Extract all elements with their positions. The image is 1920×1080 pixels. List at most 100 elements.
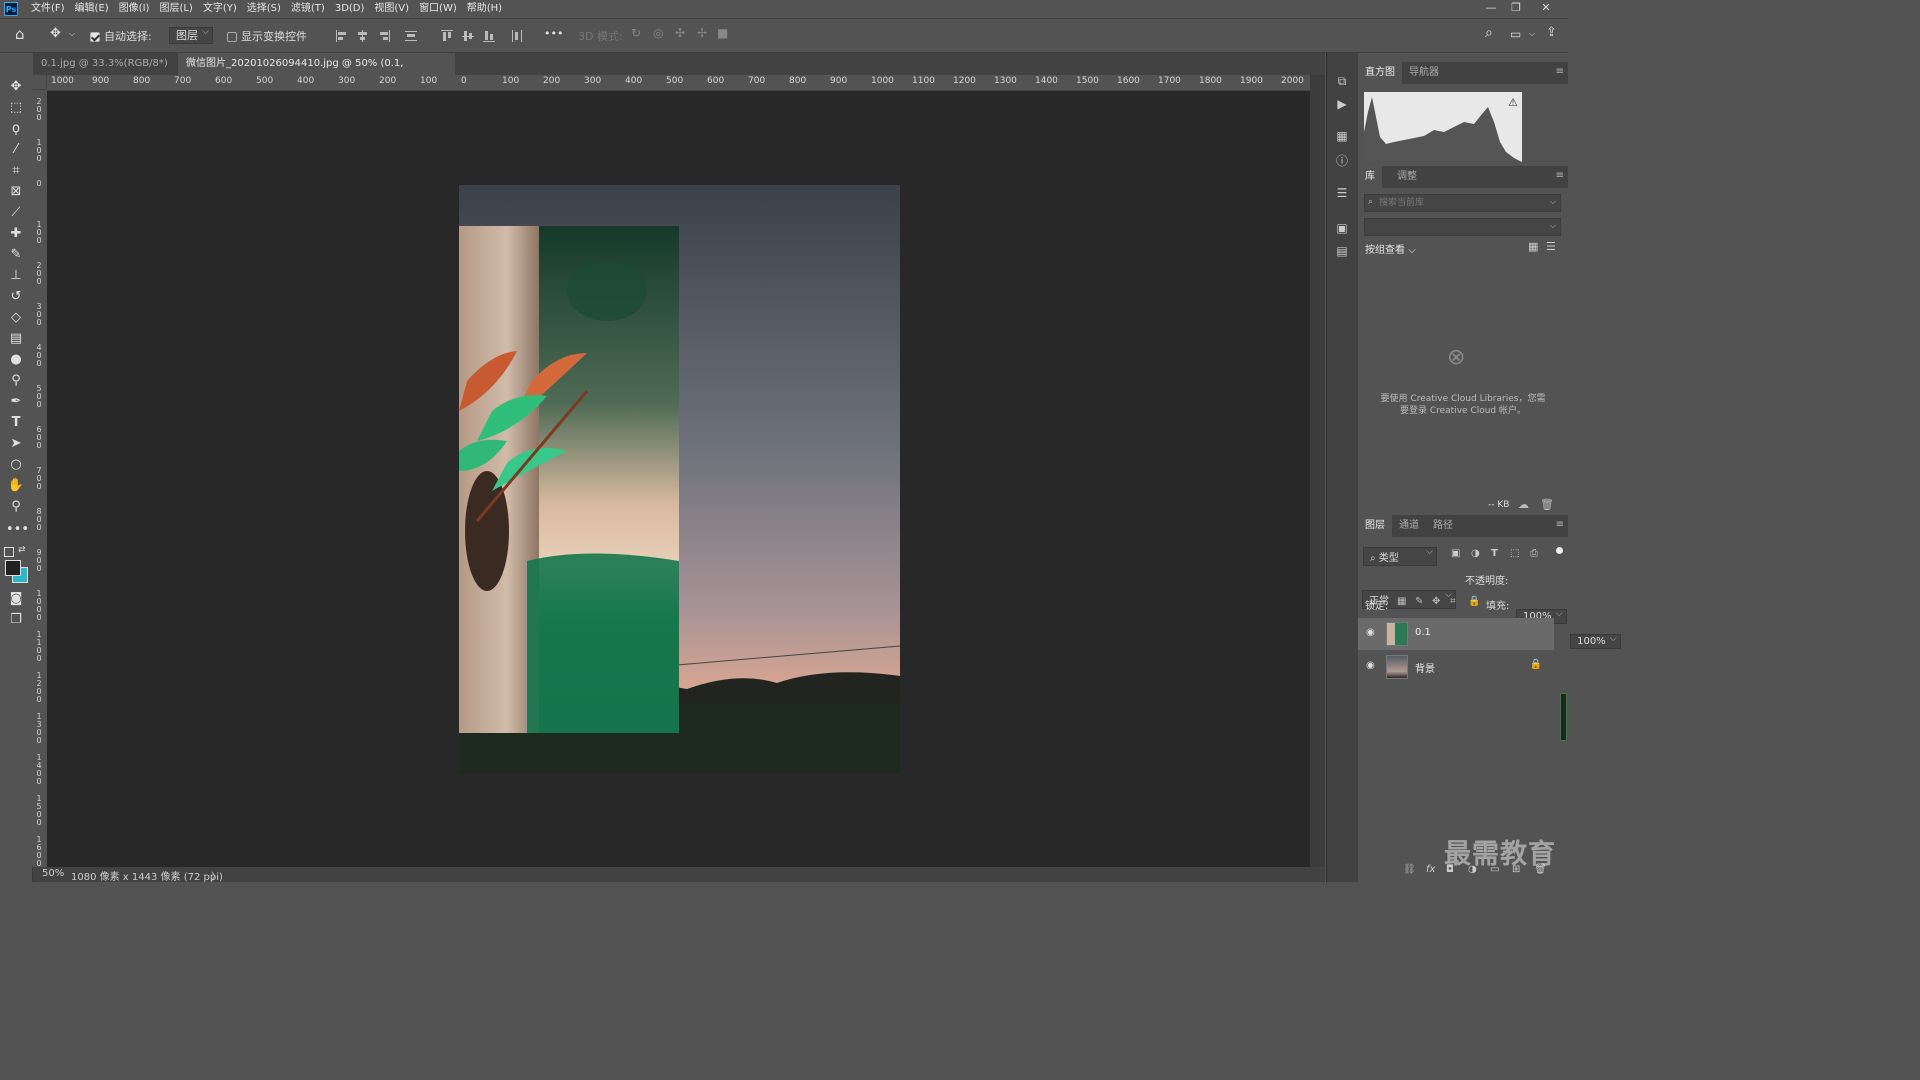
3d-pan-icon[interactable]: ✣ [675, 26, 685, 40]
crop-tool-icon[interactable]: ⌗ [6, 162, 26, 180]
actions-play-icon[interactable]: ▶ [1334, 96, 1350, 112]
filter-adjustment-icon[interactable]: ◑ [1471, 548, 1480, 559]
history-icon[interactable]: ⧉ [1334, 73, 1350, 89]
list-view-icon[interactable]: ☰ [1546, 240, 1556, 253]
lock-all-icon[interactable]: 🔒 [1468, 596, 1480, 607]
dodge-tool-icon[interactable]: ⚲ [6, 372, 26, 390]
workspace-icon[interactable]: ▭ [1510, 27, 1521, 41]
chevron-down-icon[interactable]: ⌵ [69, 29, 75, 39]
chevron-down-icon[interactable]: ⌵ [1550, 221, 1556, 231]
filter-smart-object-icon[interactable]: ⎙ [1530, 548, 1538, 559]
menu-select[interactable]: 选择(S) [242, 0, 286, 18]
show-transform-checkbox[interactable]: 显示变换控件 [227, 28, 307, 44]
tab-navigator[interactable]: 导航器 [1402, 62, 1446, 84]
doc-tab-0-1[interactable]: 0.1.jpg @ 33.3%(RGB/8*) × [33, 53, 178, 91]
menu-type[interactable]: 文字(Y) [198, 0, 242, 18]
eye-icon[interactable]: ◉ [1366, 628, 1376, 638]
tab-libraries[interactable]: 库 [1358, 166, 1382, 188]
marquee-tool-icon[interactable]: ⬚ [6, 99, 26, 117]
frame-tool-icon[interactable]: ⊠ [6, 183, 26, 201]
eyedropper-tool-icon[interactable]: ⟋ [6, 204, 26, 222]
eye-icon[interactable]: ◉ [1366, 661, 1376, 671]
lock-transparency-icon[interactable]: ▦ [1397, 596, 1406, 607]
gradient-tool-icon[interactable]: ▤ [6, 330, 26, 348]
zoom-level[interactable]: 50% [42, 868, 64, 879]
doc-tab-wechat-image[interactable]: 微信图片_20201026094410.jpg @ 50% (0.1, RGB/… [178, 53, 455, 91]
3d-camera-icon[interactable]: ■ [717, 26, 728, 40]
swap-colors-icon[interactable]: ⇄ [18, 545, 26, 555]
align-top-icon[interactable] [441, 30, 453, 42]
hand-tool-icon[interactable]: ✋ [6, 477, 26, 495]
menu-image[interactable]: 图像(I) [114, 0, 155, 18]
menu-filter[interactable]: 滤镜(T) [286, 0, 330, 18]
warning-icon[interactable]: ⚠ [1508, 96, 1518, 109]
default-colors-icon[interactable] [4, 547, 14, 557]
quick-mask-icon[interactable]: ◙ [6, 590, 26, 608]
panel-menu-icon[interactable]: ≡ [1556, 519, 1564, 530]
swatches-icon[interactable]: ▣ [1334, 220, 1350, 236]
trash-icon[interactable]: 🗑 [1540, 498, 1554, 511]
filter-pixel-icon[interactable]: ▣ [1451, 548, 1460, 559]
eraser-tool-icon[interactable]: ◇ [6, 309, 26, 327]
chevron-down-icon[interactable]: ⌵ [1529, 29, 1535, 39]
foreground-color-swatch[interactable] [5, 560, 21, 576]
align-right-icon[interactable] [378, 30, 390, 42]
align-bottom-icon[interactable] [483, 30, 495, 42]
link-layers-icon[interactable]: ⛓ [1403, 864, 1416, 875]
canvas-area[interactable] [47, 91, 1310, 867]
distribute-horizontal-icon[interactable] [511, 30, 523, 42]
pen-tool-icon[interactable]: ✒ [6, 393, 26, 411]
align-left-icon[interactable] [336, 30, 348, 42]
fill-input[interactable]: 100% [1570, 634, 1621, 649]
grid-view-icon[interactable]: ▦ [1528, 240, 1538, 253]
menu-file[interactable]: 文件(F) [26, 0, 70, 18]
tab-adjustments[interactable]: 调整 [1390, 166, 1424, 188]
tab-channels[interactable]: 通道 [1392, 515, 1426, 537]
view-by-group-dropdown[interactable]: 按组查看 ⌵ [1365, 241, 1416, 256]
close-window-button[interactable]: ✕ [1535, 0, 1557, 18]
filter-shape-icon[interactable]: ⬚ [1510, 548, 1519, 559]
properties-icon[interactable]: ▦ [1334, 128, 1350, 144]
home-icon[interactable]: ⌂ [15, 25, 25, 43]
layers-scrollbar[interactable] [1560, 693, 1567, 741]
shape-tool-icon[interactable]: ○ [6, 456, 26, 474]
character-paragraph-icon[interactable]: ☰ [1334, 185, 1350, 201]
cloud-sync-icon[interactable]: ☁ [1518, 498, 1529, 511]
history-brush-tool-icon[interactable]: ↺ [6, 288, 26, 306]
stamp-tool-icon[interactable]: ⊥ [6, 267, 26, 285]
healing-brush-tool-icon[interactable]: ✚ [6, 225, 26, 243]
layer-name[interactable]: 背景 [1415, 660, 1435, 675]
search-icon[interactable]: ⌕ [1485, 25, 1493, 41]
type-tool-icon[interactable]: T [6, 414, 26, 432]
share-icon[interactable]: ⇪ [1546, 25, 1557, 40]
library-search-input[interactable]: 搜索当前库 [1364, 194, 1561, 212]
layer-row-background[interactable]: ◉ 背景 🔒 [1358, 651, 1554, 683]
menu-window[interactable]: 窗口(W) [414, 0, 462, 18]
lock-position-icon[interactable]: ✥ [1432, 596, 1440, 607]
tab-histogram[interactable]: 直方图 [1358, 62, 1402, 84]
document-canvas[interactable] [47, 91, 1310, 867]
tab-paths[interactable]: 路径 [1426, 515, 1460, 537]
chevron-down-icon[interactable]: ⌵ [1550, 197, 1556, 207]
menu-edit[interactable]: 编辑(E) [70, 0, 114, 18]
layer-filter-type-dropdown[interactable]: ⌕ 类型 [1363, 547, 1437, 566]
notes-icon[interactable]: ▤ [1334, 243, 1350, 259]
ruler-origin[interactable] [32, 75, 47, 90]
minimize-button[interactable]: — [1480, 0, 1502, 18]
path-selection-tool-icon[interactable]: ➤ [6, 435, 26, 453]
auto-select-checkbox[interactable]: 自动选择: [90, 28, 152, 44]
lock-artboard-icon[interactable]: ⌗ [1450, 596, 1456, 607]
tab-layers[interactable]: 图层 [1358, 515, 1392, 537]
3d-slide-icon[interactable]: ✢ [697, 26, 707, 40]
zoom-tool-icon[interactable]: ⚲ [6, 498, 26, 516]
move-tool-icon[interactable]: ✥ [50, 26, 61, 41]
blur-tool-icon[interactable]: ● [6, 351, 26, 369]
more-options-button[interactable]: ••• [544, 27, 563, 40]
menu-view[interactable]: 视图(V) [369, 0, 414, 18]
align-middle-v-icon[interactable] [462, 30, 474, 42]
lasso-tool-icon[interactable]: ϙ [6, 120, 26, 138]
more-tools-icon[interactable]: ••• [6, 521, 29, 539]
fx-icon[interactable]: fx [1426, 864, 1435, 875]
vertical-scrollbar[interactable] [1310, 75, 1325, 867]
screen-mode-icon[interactable]: ❐ [6, 611, 26, 629]
